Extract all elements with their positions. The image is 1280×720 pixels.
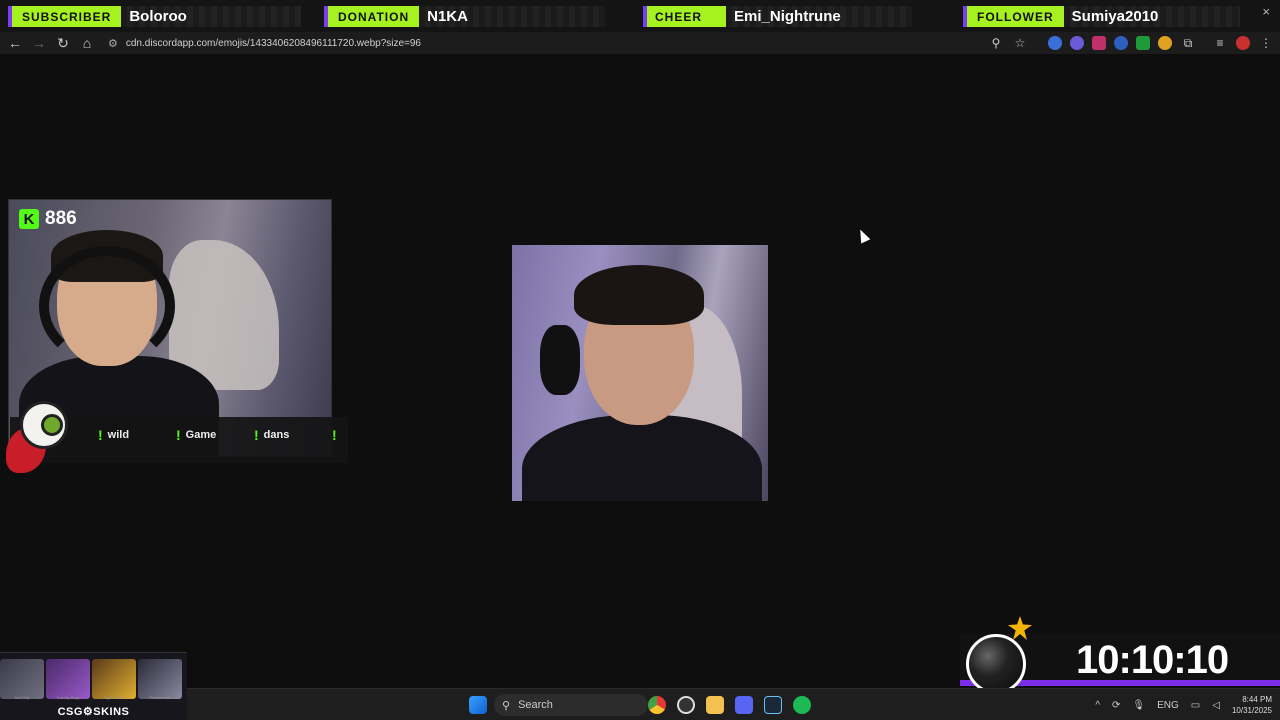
discord-icon[interactable] bbox=[735, 696, 753, 714]
alert-name: Boloroo bbox=[121, 6, 302, 27]
menu-dots-icon[interactable]: ⋮ bbox=[1258, 36, 1274, 50]
skin-label: Toxicity Bugs bbox=[56, 695, 80, 700]
alerts-bar: SUBSCRIBER Boloroo DONATION N1KA CHEER E… bbox=[0, 0, 1280, 32]
volume-icon[interactable]: ◁ bbox=[1212, 700, 1220, 711]
bookmark-star-icon[interactable]: ☆ bbox=[1012, 36, 1028, 50]
alert-name: Sumiya2010 bbox=[1063, 6, 1240, 27]
skins-brand: CSG⚙SKINS bbox=[57, 706, 130, 718]
search-icon: ⚲ bbox=[502, 699, 511, 712]
skin-item bbox=[46, 659, 90, 699]
url-text: cdn.discordapp.com/emojis/14334062084961… bbox=[125, 37, 421, 49]
skin-label: Bad Sky bbox=[14, 695, 30, 700]
home-icon[interactable]: ⌂ bbox=[75, 35, 99, 51]
extension-icon[interactable] bbox=[1092, 36, 1106, 50]
app-icon[interactable] bbox=[677, 696, 695, 714]
alert-type: DONATION bbox=[324, 6, 420, 27]
exclamation-icon: ! bbox=[332, 427, 337, 443]
extensions-bar: ⚲ ☆ ⧉ ≡ ⋮ bbox=[988, 34, 1274, 52]
alert-subscriber: SUBSCRIBER Boloroo bbox=[8, 6, 302, 27]
alert-donation: DONATION N1KA bbox=[324, 6, 606, 27]
alert-follower: FOLLOWER Sumiya2010 bbox=[963, 6, 1240, 27]
chevron-up-icon[interactable]: ^ bbox=[1095, 700, 1100, 711]
language-indicator[interactable]: ENG bbox=[1157, 700, 1179, 711]
follower-count: 886 bbox=[45, 208, 77, 229]
alert-type: CHEER bbox=[643, 6, 727, 27]
skins-widget: Bad Sky Toxicity Bugs Tiger Tooth Prints… bbox=[0, 652, 187, 720]
countdown-timer: 10:10:10 bbox=[1076, 638, 1229, 682]
extension-icon[interactable] bbox=[1070, 36, 1084, 50]
microphone-icon[interactable]: 🎙 bbox=[1132, 700, 1145, 711]
command-item: ! dans bbox=[254, 427, 289, 443]
search-placeholder: Search bbox=[518, 699, 553, 711]
skin-item bbox=[0, 659, 44, 699]
alert-type: SUBSCRIBER bbox=[8, 6, 122, 27]
alert-name: N1KA bbox=[419, 6, 606, 27]
alert-type: FOLLOWER bbox=[963, 6, 1064, 27]
file-explorer-icon[interactable] bbox=[706, 696, 724, 714]
bomb-icon bbox=[966, 616, 1032, 694]
skin-item bbox=[92, 659, 136, 699]
back-arrow-icon[interactable]: ← bbox=[3, 35, 27, 51]
exclamation-icon: ! bbox=[254, 427, 259, 443]
eyeball-mascot-icon bbox=[6, 401, 76, 475]
clock-date: 10/31/2025 bbox=[1231, 706, 1272, 715]
extension-icon[interactable] bbox=[1114, 36, 1128, 50]
exclamation-icon: ! bbox=[176, 427, 181, 443]
command-item: ! Game bbox=[176, 427, 216, 443]
spotify-icon[interactable] bbox=[793, 696, 811, 714]
command-item: ! bbox=[332, 427, 342, 443]
skin-label: Printstream bbox=[149, 695, 171, 700]
command-label: wild bbox=[107, 429, 130, 441]
command-item: ! wild bbox=[98, 427, 129, 443]
follower-counter: K 886 bbox=[19, 208, 77, 230]
skin-label: Tiger Tooth bbox=[104, 695, 124, 700]
steam-icon[interactable] bbox=[764, 696, 782, 714]
taskbar: ⚲ Search ^ ⟳ 🎙 ENG ▭ ◁ 8:44 PM 10/31/202… bbox=[187, 688, 1280, 720]
network-icon[interactable]: ▭ bbox=[1191, 700, 1200, 711]
clock[interactable]: 8:44 PM 10/31/2025 bbox=[1232, 694, 1272, 716]
sync-icon[interactable]: ⟳ bbox=[1112, 700, 1120, 711]
command-label: dans bbox=[263, 429, 290, 441]
forward-arrow-icon[interactable]: → bbox=[27, 35, 51, 51]
kick-logo-icon: K bbox=[19, 209, 39, 229]
exclamation-icon: ! bbox=[98, 427, 103, 443]
alert-cheer: CHEER Emi_Nightrune bbox=[643, 6, 913, 27]
browser-toolbar: ← → ↻ ⌂ ⚙ cdn.discordapp.com/emojis/1433… bbox=[0, 32, 1280, 54]
extension-icon[interactable] bbox=[1048, 36, 1062, 50]
taskbar-search[interactable]: ⚲ Search bbox=[494, 694, 648, 716]
puzzle-extensions-icon[interactable]: ⧉ bbox=[1180, 36, 1196, 51]
reload-icon[interactable]: ↻ bbox=[51, 35, 75, 52]
profile-avatar-icon[interactable] bbox=[1236, 36, 1250, 50]
alert-name: Emi_Nightrune bbox=[726, 6, 913, 27]
screen: SUBSCRIBER Boloroo DONATION N1KA CHEER E… bbox=[0, 0, 1280, 720]
address-bar[interactable]: ⚙ cdn.discordapp.com/emojis/143340620849… bbox=[108, 33, 1020, 53]
emoji-image bbox=[512, 245, 768, 501]
system-tray: ^ ⟳ 🎙 ENG ▭ ◁ 8:44 PM 10/31/2025 bbox=[1095, 689, 1280, 720]
headset-icon bbox=[39, 246, 175, 366]
windows-start-icon[interactable] bbox=[469, 696, 487, 714]
command-label: Game bbox=[185, 429, 217, 441]
close-icon[interactable]: × bbox=[1262, 4, 1270, 19]
zoom-icon[interactable]: ⚲ bbox=[988, 36, 1004, 50]
chrome-icon[interactable] bbox=[648, 696, 666, 714]
clock-time: 8:44 PM bbox=[1242, 695, 1272, 704]
download-icon[interactable] bbox=[1136, 36, 1150, 50]
reading-list-icon[interactable]: ≡ bbox=[1212, 36, 1228, 50]
extension-icon[interactable] bbox=[1158, 36, 1172, 50]
skin-item bbox=[138, 659, 182, 699]
site-info-icon[interactable]: ⚙ bbox=[108, 37, 118, 50]
